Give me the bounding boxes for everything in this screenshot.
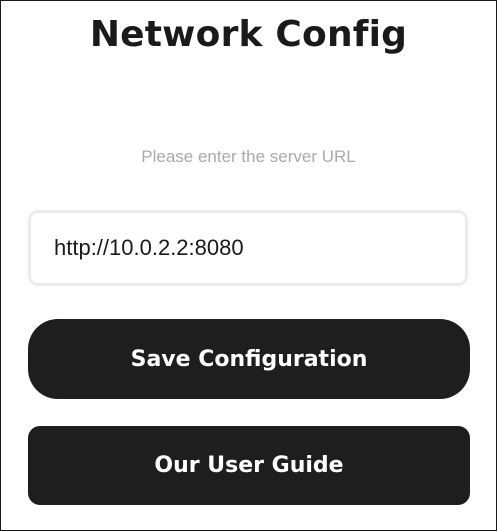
- user-guide-button[interactable]: Our User Guide: [28, 426, 470, 505]
- network-config-screen: Network Config Please enter the server U…: [0, 0, 497, 531]
- server-url-prompt: Please enter the server URL: [141, 147, 356, 166]
- save-configuration-button[interactable]: Save Configuration: [28, 319, 470, 399]
- server-url-field: [28, 210, 468, 286]
- page-title: Network Config: [89, 14, 408, 55]
- server-url-input[interactable]: [31, 213, 465, 283]
